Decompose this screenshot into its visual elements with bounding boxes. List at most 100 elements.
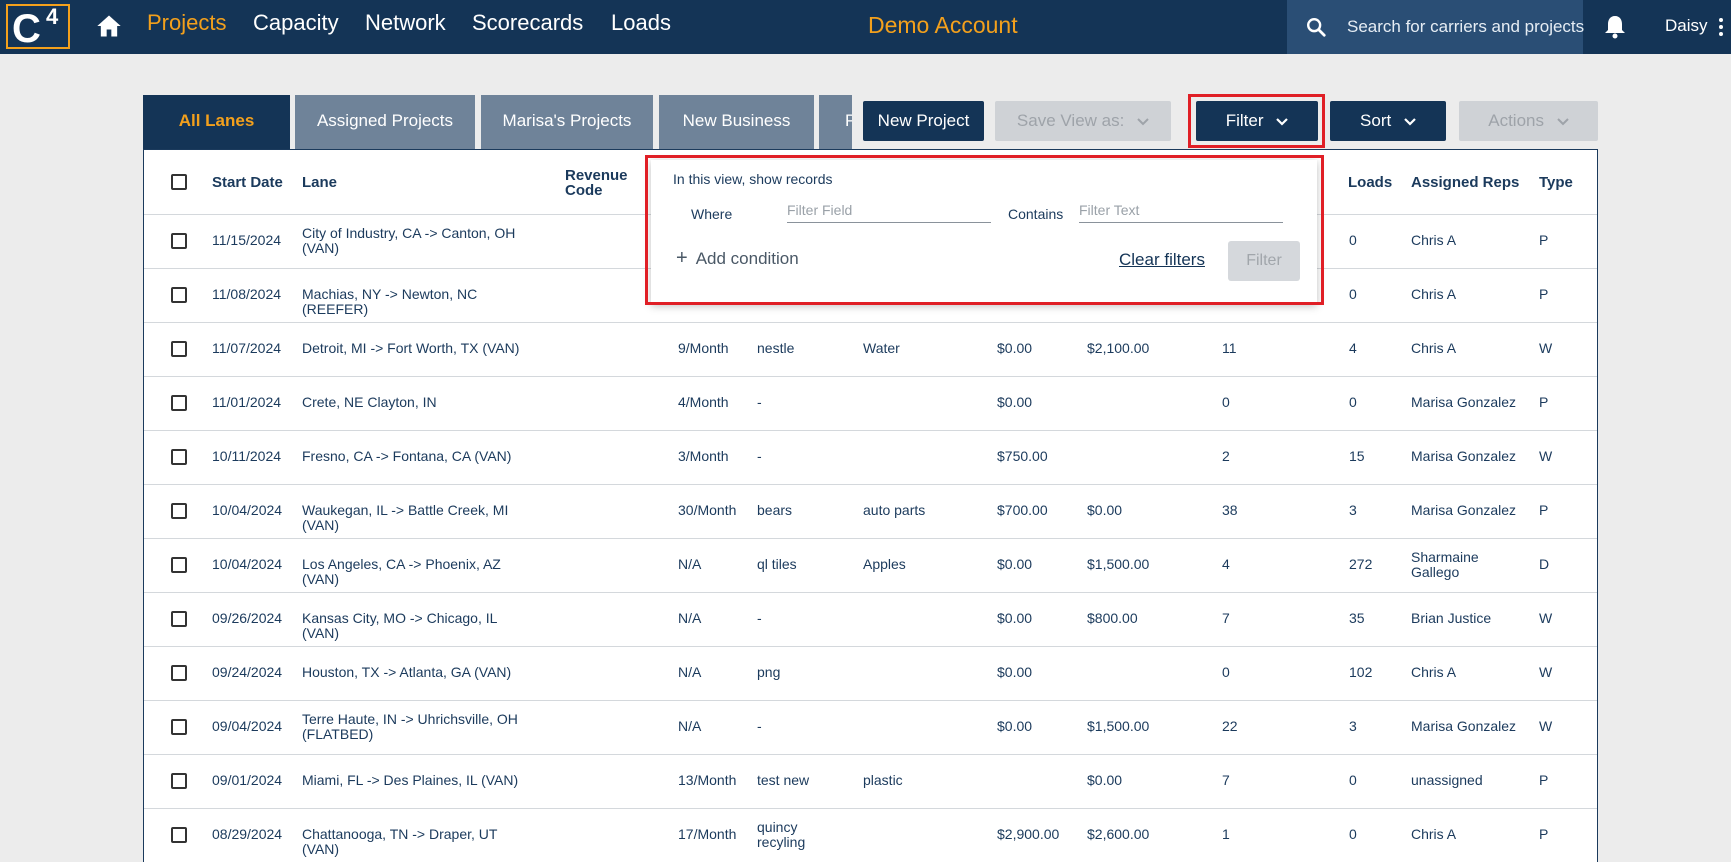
cell-revenue: $2,600.00	[1087, 826, 1150, 842]
cell-frequency: N/A	[678, 556, 702, 572]
nav-capacity[interactable]: Capacity	[253, 10, 339, 36]
top-navigation-bar: C 4 Projects Capacity Network Scorecards…	[0, 0, 1731, 54]
cell-lane[interactable]: Kansas City, MO -> Chicago, IL (VAN)	[302, 611, 527, 641]
cell-frequency: N/A	[678, 610, 702, 626]
new-project-button[interactable]: New Project	[863, 101, 984, 141]
filter-field-input[interactable]: Filter Field	[787, 200, 991, 223]
cell-lane[interactable]: Crete, NE Clayton, IN	[302, 395, 527, 410]
cell-lane[interactable]: Los Angeles, CA -> Phoenix, AZ (VAN)	[302, 557, 527, 587]
cell-revenue: $0.00	[1087, 772, 1123, 788]
nav-scorecards[interactable]: Scorecards	[472, 10, 583, 36]
cell-start-date: 11/15/2024	[212, 232, 282, 248]
cell-lane[interactable]: Fresno, CA -> Fontana, CA (VAN)	[302, 449, 527, 464]
apply-filter-button[interactable]: Filter	[1228, 241, 1300, 281]
row-checkbox[interactable]	[171, 287, 187, 303]
cell-lane[interactable]: Miami, FL -> Des Plaines, IL (VAN)	[302, 773, 527, 788]
header-revenue-code[interactable]: Revenue Code	[565, 168, 635, 198]
filter-text-input[interactable]: Filter Text	[1079, 200, 1283, 223]
sort-button[interactable]: Sort	[1330, 101, 1446, 141]
table-row[interactable]: 10/04/2024 Waukegan, IL -> Battle Creek, …	[144, 484, 1597, 539]
header-assigned-reps[interactable]: Assigned Reps	[1411, 175, 1519, 190]
cell-frequency: 17/Month	[678, 826, 737, 842]
cell-revenue: $0.00	[1087, 502, 1123, 518]
row-checkbox[interactable]	[171, 611, 187, 627]
cell-lane[interactable]: Machias, NY -> Newton, NC (REEFER)	[302, 287, 527, 317]
table-row[interactable]: 10/11/2024 Fresno, CA -> Fontana, CA (VAN…	[144, 430, 1597, 485]
cell-revenue: $800.00	[1087, 610, 1138, 626]
row-checkbox[interactable]	[171, 719, 187, 735]
cell-assigned-rep: Marisa Gonzalez	[1411, 718, 1517, 734]
c4-logo[interactable]: C 4	[4, 2, 72, 50]
chevron-down-icon	[1276, 117, 1289, 126]
save-view-dropdown[interactable]: Save View as:	[995, 101, 1171, 141]
save-view-label: Save View as:	[1016, 111, 1125, 130]
cell-loads: 0	[1349, 772, 1357, 788]
row-checkbox[interactable]	[171, 233, 187, 249]
cell-commodity: Apples	[863, 556, 906, 572]
actions-dropdown[interactable]: Actions	[1459, 101, 1598, 141]
cell-commodity: plastic	[863, 772, 903, 788]
cell-loads: 3	[1349, 718, 1357, 734]
header-loads[interactable]: Loads	[1348, 175, 1392, 190]
cell-frequency: 30/Month	[678, 502, 737, 518]
tab-new-business[interactable]: New Business	[659, 95, 814, 149]
header-type[interactable]: Type	[1539, 175, 1573, 190]
chevron-down-icon	[1557, 117, 1569, 125]
table-row[interactable]: 10/04/2024 Los Angeles, CA -> Phoenix, AZ…	[144, 538, 1597, 593]
row-checkbox[interactable]	[171, 341, 187, 357]
header-start-date[interactable]: Start Date	[212, 175, 283, 190]
row-checkbox[interactable]	[171, 395, 187, 411]
table-row[interactable]: 08/29/2024 Chattanooga, TN -> Draper, UT …	[144, 808, 1597, 862]
row-checkbox[interactable]	[171, 449, 187, 465]
table-row[interactable]: 09/04/2024 Terre Haute, IN -> Uhrichsvill…	[144, 700, 1597, 755]
row-checkbox[interactable]	[171, 827, 187, 843]
cell-lane[interactable]: Houston, TX -> Atlanta, GA (VAN)	[302, 665, 527, 680]
header-lane[interactable]: Lane	[302, 175, 337, 190]
nav-loads[interactable]: Loads	[611, 10, 671, 36]
cell-count: 22	[1222, 718, 1238, 734]
home-icon[interactable]	[95, 12, 123, 40]
cell-start-date: 09/01/2024	[212, 772, 283, 788]
tab-truncated[interactable]: P	[819, 95, 852, 149]
add-condition-button[interactable]: + Add condition	[676, 247, 799, 270]
tab-all-lanes[interactable]: All Lanes	[143, 95, 290, 149]
cell-lane[interactable]: City of Industry, CA -> Canton, OH (VAN)	[302, 226, 527, 256]
cell-start-date: 11/07/2024	[212, 340, 282, 356]
cell-lane[interactable]: Detroit, MI -> Fort Worth, TX (VAN)	[302, 341, 527, 356]
cell-lane[interactable]: Terre Haute, IN -> Uhrichsville, OH (FLA…	[302, 712, 527, 742]
table-row[interactable]: 11/01/2024 Crete, NE Clayton, IN 4/Month - $…	[144, 376, 1597, 431]
contains-operator[interactable]: Contains	[1008, 206, 1063, 222]
table-row[interactable]: 09/26/2024 Kansas City, MO -> Chicago, IL…	[144, 592, 1597, 647]
table-row[interactable]: 09/01/2024 Miami, FL -> Des Plaines, IL (…	[144, 754, 1597, 809]
cell-revenue: $1,500.00	[1087, 556, 1150, 572]
search-input[interactable]: Search for carriers and projects	[1287, 0, 1584, 54]
bell-icon[interactable]	[1603, 14, 1627, 40]
cell-commodity: Water	[863, 340, 900, 356]
tab-marisas-projects[interactable]: Marisa's Projects	[481, 95, 653, 149]
cell-cost: $0.00	[997, 556, 1033, 572]
cell-customer: test new	[757, 772, 810, 788]
cell-lane[interactable]: Chattanooga, TN -> Draper, UT (VAN)	[302, 827, 527, 857]
cell-start-date: 11/01/2024	[212, 394, 282, 410]
more-menu-icon[interactable]	[1719, 18, 1725, 38]
filter-button[interactable]: Filter	[1196, 101, 1318, 141]
row-checkbox[interactable]	[171, 773, 187, 789]
clear-filters-link[interactable]: Clear filters	[1119, 250, 1205, 270]
cell-cost: $700.00	[997, 502, 1048, 518]
row-checkbox[interactable]	[171, 503, 187, 519]
select-all-checkbox[interactable]	[171, 174, 187, 190]
cell-type: W	[1539, 610, 1553, 626]
filter-label: Filter	[1225, 111, 1264, 130]
nav-projects[interactable]: Projects	[147, 10, 226, 36]
user-name[interactable]: Daisy	[1665, 16, 1708, 36]
cell-assigned-rep: Chris A	[1411, 340, 1457, 356]
table-row[interactable]: 11/07/2024 Detroit, MI -> Fort Worth, TX …	[144, 322, 1597, 377]
account-name: Demo Account	[868, 12, 1018, 38]
row-checkbox[interactable]	[171, 665, 187, 681]
nav-network[interactable]: Network	[365, 10, 446, 36]
cell-lane[interactable]: Waukegan, IL -> Battle Creek, MI (VAN)	[302, 503, 527, 533]
tab-assigned-projects[interactable]: Assigned Projects	[295, 95, 475, 149]
table-row[interactable]: 09/24/2024 Houston, TX -> Atlanta, GA (VA…	[144, 646, 1597, 701]
cell-type: P	[1539, 286, 1549, 302]
row-checkbox[interactable]	[171, 557, 187, 573]
